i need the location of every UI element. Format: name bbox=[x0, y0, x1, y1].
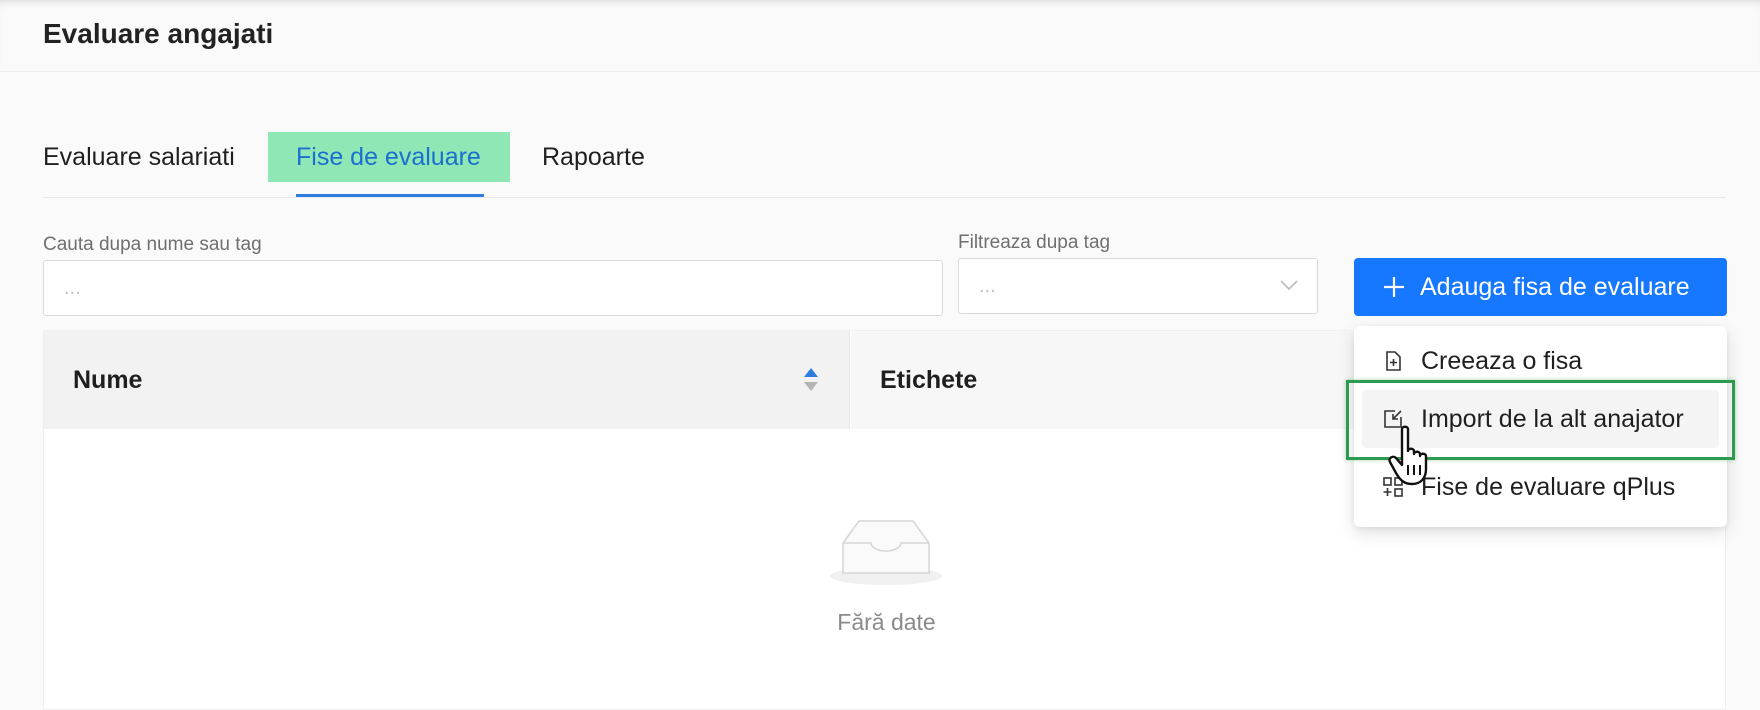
page-title: Evaluare angajati bbox=[43, 18, 274, 49]
search-label: Cauta dupa nume sau tag bbox=[43, 234, 262, 255]
tab-evaluare-salariati[interactable]: Evaluare salariati bbox=[43, 132, 235, 182]
column-header-name[interactable]: Nume bbox=[44, 331, 850, 429]
empty-state-text: Fără date bbox=[837, 609, 936, 635]
menu-item-label: Creeaza o fisa bbox=[1421, 347, 1583, 375]
plus-icon bbox=[1384, 277, 1404, 297]
hand-pointer-cursor-icon bbox=[1388, 425, 1428, 486]
tag-filter-select[interactable]: ... bbox=[958, 258, 1318, 314]
app-header: Evaluare angajati bbox=[0, 0, 1760, 72]
column-header-name-label: Nume bbox=[73, 366, 143, 394]
tab-bar: Evaluare salariati Fise de evaluare Rapo… bbox=[43, 132, 1726, 198]
empty-inbox-icon bbox=[830, 520, 942, 585]
search-input[interactable]: ... bbox=[43, 260, 943, 316]
tag-filter-label: Filtreaza dupa tag bbox=[958, 232, 1111, 253]
menu-item-label: Fise de evaluare qPlus bbox=[1421, 473, 1676, 501]
add-button-label: Adauga fisa de evaluare bbox=[1420, 273, 1690, 301]
tag-filter-placeholder: ... bbox=[979, 275, 996, 297]
add-evaluation-sheet-button[interactable]: Adauga fisa de evaluare bbox=[1354, 258, 1727, 316]
column-header-tags-label: Etichete bbox=[880, 366, 978, 394]
active-tab-indicator bbox=[296, 194, 484, 197]
file-add-icon bbox=[1386, 351, 1401, 371]
sort-icon[interactable] bbox=[803, 367, 819, 393]
tab-rapoarte[interactable]: Rapoarte bbox=[542, 132, 645, 182]
chevron-down-icon bbox=[1280, 280, 1298, 291]
tab-fise-de-evaluare[interactable]: Fise de evaluare bbox=[268, 132, 510, 182]
